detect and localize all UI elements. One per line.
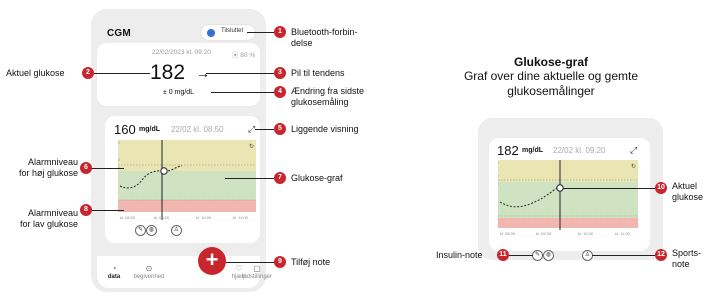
x-tick: kl. 08.00 — [500, 231, 516, 236]
annotation-badge-6: 6 — [80, 162, 92, 174]
insulin-note-icon-2[interactable]: ✎ — [532, 250, 543, 261]
graph2-glucose-unit: mg/dL — [522, 147, 543, 154]
annotation-badge-3: 3 — [274, 67, 286, 79]
leader-line — [509, 255, 533, 256]
annotation-badge-10: 10 — [655, 182, 667, 194]
settings-icon[interactable]: ▢ — [249, 264, 265, 273]
x-tick: kl. 09.00 — [536, 231, 552, 236]
annotation-label-6: Alarmniveau for høj glukose — [18, 157, 78, 178]
annotation-badge-2: 2 — [82, 67, 94, 79]
leader-line — [89, 168, 124, 169]
current-date: 22/02/2023 kl. 09.20 — [152, 49, 211, 56]
x-tick: kl. 10.00 — [578, 231, 594, 236]
high-zone — [498, 160, 638, 182]
leader-line — [89, 210, 124, 211]
sensor-status: ⦿ 80 % — [232, 52, 256, 59]
annotation-badge-8: 8 — [80, 204, 92, 216]
leader-line — [255, 129, 274, 130]
landscape-expand-icon-2[interactable]: ⤢ — [630, 145, 637, 156]
leader-line — [226, 262, 274, 263]
glucose-delta: ± 0 mg/dL — [163, 89, 195, 96]
nav-item-settings[interactable]: indstillinger — [239, 274, 275, 280]
leader-line — [206, 73, 274, 74]
meal-note-icon[interactable]: ◍ — [146, 225, 157, 236]
annotation-badge-11: 11 — [497, 249, 509, 261]
bluetooth-icon — [207, 29, 215, 37]
refresh-icon: ↻ — [249, 143, 254, 150]
x-tick: kl. 08.00 — [120, 215, 136, 220]
low-zone — [118, 200, 256, 212]
graph2-date: 22/02 kl. 09.20 — [553, 146, 606, 155]
refresh-icon: ↻ — [631, 163, 636, 170]
help-icon[interactable]: ♡ — [231, 264, 247, 273]
annotation-label-1: Bluetooth-forbin-delse — [291, 27, 358, 48]
annotation-badge-5: 5 — [274, 123, 286, 135]
annotation-badge-12: 12 — [655, 249, 667, 261]
data-icon[interactable]: ◔ — [106, 264, 122, 273]
nav-item-event[interactable]: begivenhed — [128, 274, 170, 280]
bluetooth-status-label: Tilsluttet — [221, 28, 244, 34]
annotation-badge-9: 9 — [274, 256, 286, 268]
current-glucose-value: 182 — [150, 61, 186, 84]
leader-line — [592, 255, 655, 256]
annotation-label-8: Alarmniveau for lav glukose — [19, 208, 78, 229]
annotation-label-11: Insulin-note — [436, 250, 483, 260]
graph-section-title: Glukose-graf — [513, 55, 588, 69]
low-zone — [498, 218, 638, 228]
annotation-badge-1: 1 — [274, 26, 286, 38]
graph-section-subtitle: Graf over dine aktuelle og gemte glukose… — [463, 69, 639, 98]
annotation-badge-4: 4 — [274, 86, 286, 98]
annotation-label-9: Tilføj note — [291, 257, 331, 267]
annotation-label-12: Sports-note — [672, 248, 702, 269]
annotation-label-2: Aktuel glukose — [6, 68, 65, 78]
annotation-label-10: Aktuel glukose — [672, 181, 704, 202]
annotation-badge-7: 7 — [274, 172, 286, 184]
insulin-note-icon[interactable]: ✎ — [135, 225, 146, 236]
current-point-marker — [160, 167, 168, 175]
x-tick: kl. 09.00 — [154, 215, 170, 220]
leader-line — [563, 188, 655, 189]
glucose-graph: ↻ 250 180 144 54 0 kl. 08.00 kl. 09.00 k… — [118, 140, 256, 220]
leader-line — [225, 178, 274, 179]
high-zone — [118, 140, 256, 171]
graph2-glucose-value: 182 — [497, 143, 519, 158]
annotation-label-7: Glukose-graf — [291, 173, 343, 183]
app-title: CGM — [107, 28, 131, 39]
event-icon[interactable]: ⊙ — [141, 264, 157, 273]
add-note-button[interactable]: + — [198, 247, 226, 275]
x-tick: kl. 11.00 — [233, 215, 249, 220]
glucose-graph-2: ↻ 250 180 144 54 0 kl. 08.00 kl. 09.00 k… — [498, 160, 638, 236]
annotation-label-3: Pil til tendens — [291, 68, 345, 78]
x-tick: kl. 11.00 — [615, 231, 631, 236]
annotation-label-5: Liggende visning — [291, 124, 359, 134]
graph-glucose-value: 160 — [114, 122, 136, 137]
graph-glucose-unit: mg/dL — [139, 126, 160, 133]
leader-line — [211, 92, 274, 93]
x-tick: kl. 10.00 — [196, 215, 212, 220]
nav-item-data[interactable]: data — [101, 274, 127, 280]
meal-note-icon-2[interactable]: ◍ — [543, 250, 554, 261]
leader-line — [92, 73, 150, 74]
annotation-label-4: Ændring fra sidste glukosemåling — [291, 86, 365, 107]
graph-date: 22/02 kl. 08.50 — [171, 125, 224, 134]
leader-line — [247, 32, 274, 33]
sport-note-icon[interactable]: ♙ — [171, 225, 182, 236]
